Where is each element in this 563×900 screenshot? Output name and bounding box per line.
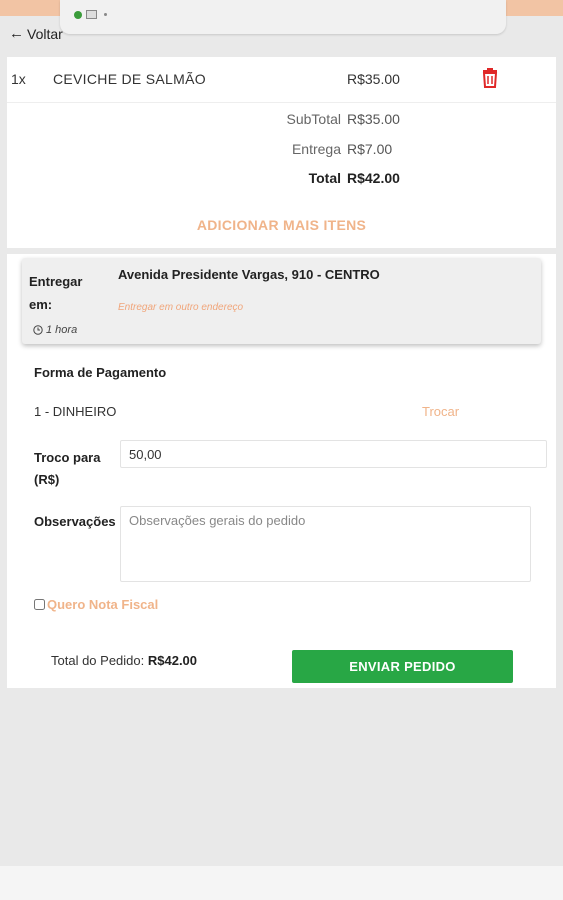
item-qty: 1x	[11, 71, 26, 87]
delivery-address-box: Entregar em: Avenida Presidente Vargas, …	[22, 258, 541, 344]
subtotal-label: SubTotal	[286, 111, 341, 127]
change-input[interactable]	[120, 440, 547, 468]
bottom-nav-bar	[0, 866, 563, 900]
status-icons	[74, 10, 107, 19]
total-label: Total	[308, 170, 341, 186]
delivery-address: Avenida Presidente Vargas, 910 - CENTRO	[118, 267, 380, 282]
swap-payment-link[interactable]: Trocar	[422, 404, 459, 419]
browser-status-popup	[60, 0, 506, 34]
invoice-checkbox[interactable]	[34, 599, 45, 610]
invoice-checkbox-row[interactable]: Quero Nota Fiscal	[34, 597, 158, 612]
order-total-value: R$42.00	[147, 653, 198, 668]
subtotal-value: R$35.00	[347, 111, 400, 127]
order-total: Total do Pedido: R$42.00	[51, 653, 197, 668]
globe-icon	[74, 10, 82, 19]
checkout-form: Entregar em: Avenida Presidente Vargas, …	[7, 254, 556, 688]
send-order-button[interactable]: ENVIAR PEDIDO	[292, 650, 513, 683]
item-price: R$35.00	[347, 71, 400, 87]
back-label: Voltar	[27, 25, 63, 42]
payment-method: 1 - DINHEIRO	[34, 404, 117, 419]
eta-text: 1 hora	[46, 324, 78, 336]
order-total-label: Total do Pedido:	[51, 653, 145, 668]
back-button[interactable]: ← Voltar	[9, 25, 63, 42]
notes-input[interactable]	[120, 506, 531, 582]
item-name: CEVICHE DE SALMÃO	[53, 71, 206, 87]
cart-item-row: 1x CEVICHE DE SALMÃO R$35.00	[7, 57, 556, 103]
delivery-fee-label: Entrega	[291, 141, 341, 157]
delivery-fee-value: R$7.00	[347, 141, 393, 157]
total-value: R$42.00	[347, 170, 400, 186]
other-address-link[interactable]: Entregar em outro endereço	[118, 302, 243, 313]
image-icon	[86, 10, 97, 19]
cart-card: 1x CEVICHE DE SALMÃO R$35.00 SubTotal R$…	[7, 57, 556, 248]
dot-icon	[104, 13, 107, 16]
clock-icon	[33, 325, 43, 335]
delivery-eta: 1 hora	[33, 324, 77, 336]
change-label: Troco para (R$)	[34, 450, 101, 487]
back-arrow-icon: ←	[9, 25, 24, 42]
notes-label: Observações	[34, 514, 116, 529]
deliver-to-label: Entregar em:	[29, 274, 83, 312]
invoice-label: Quero Nota Fiscal	[47, 597, 159, 612]
trash-icon[interactable]	[481, 68, 499, 88]
add-more-items-button[interactable]: ADICIONAR MAIS ITENS	[7, 217, 556, 233]
payment-title: Forma de Pagamento	[34, 365, 167, 380]
